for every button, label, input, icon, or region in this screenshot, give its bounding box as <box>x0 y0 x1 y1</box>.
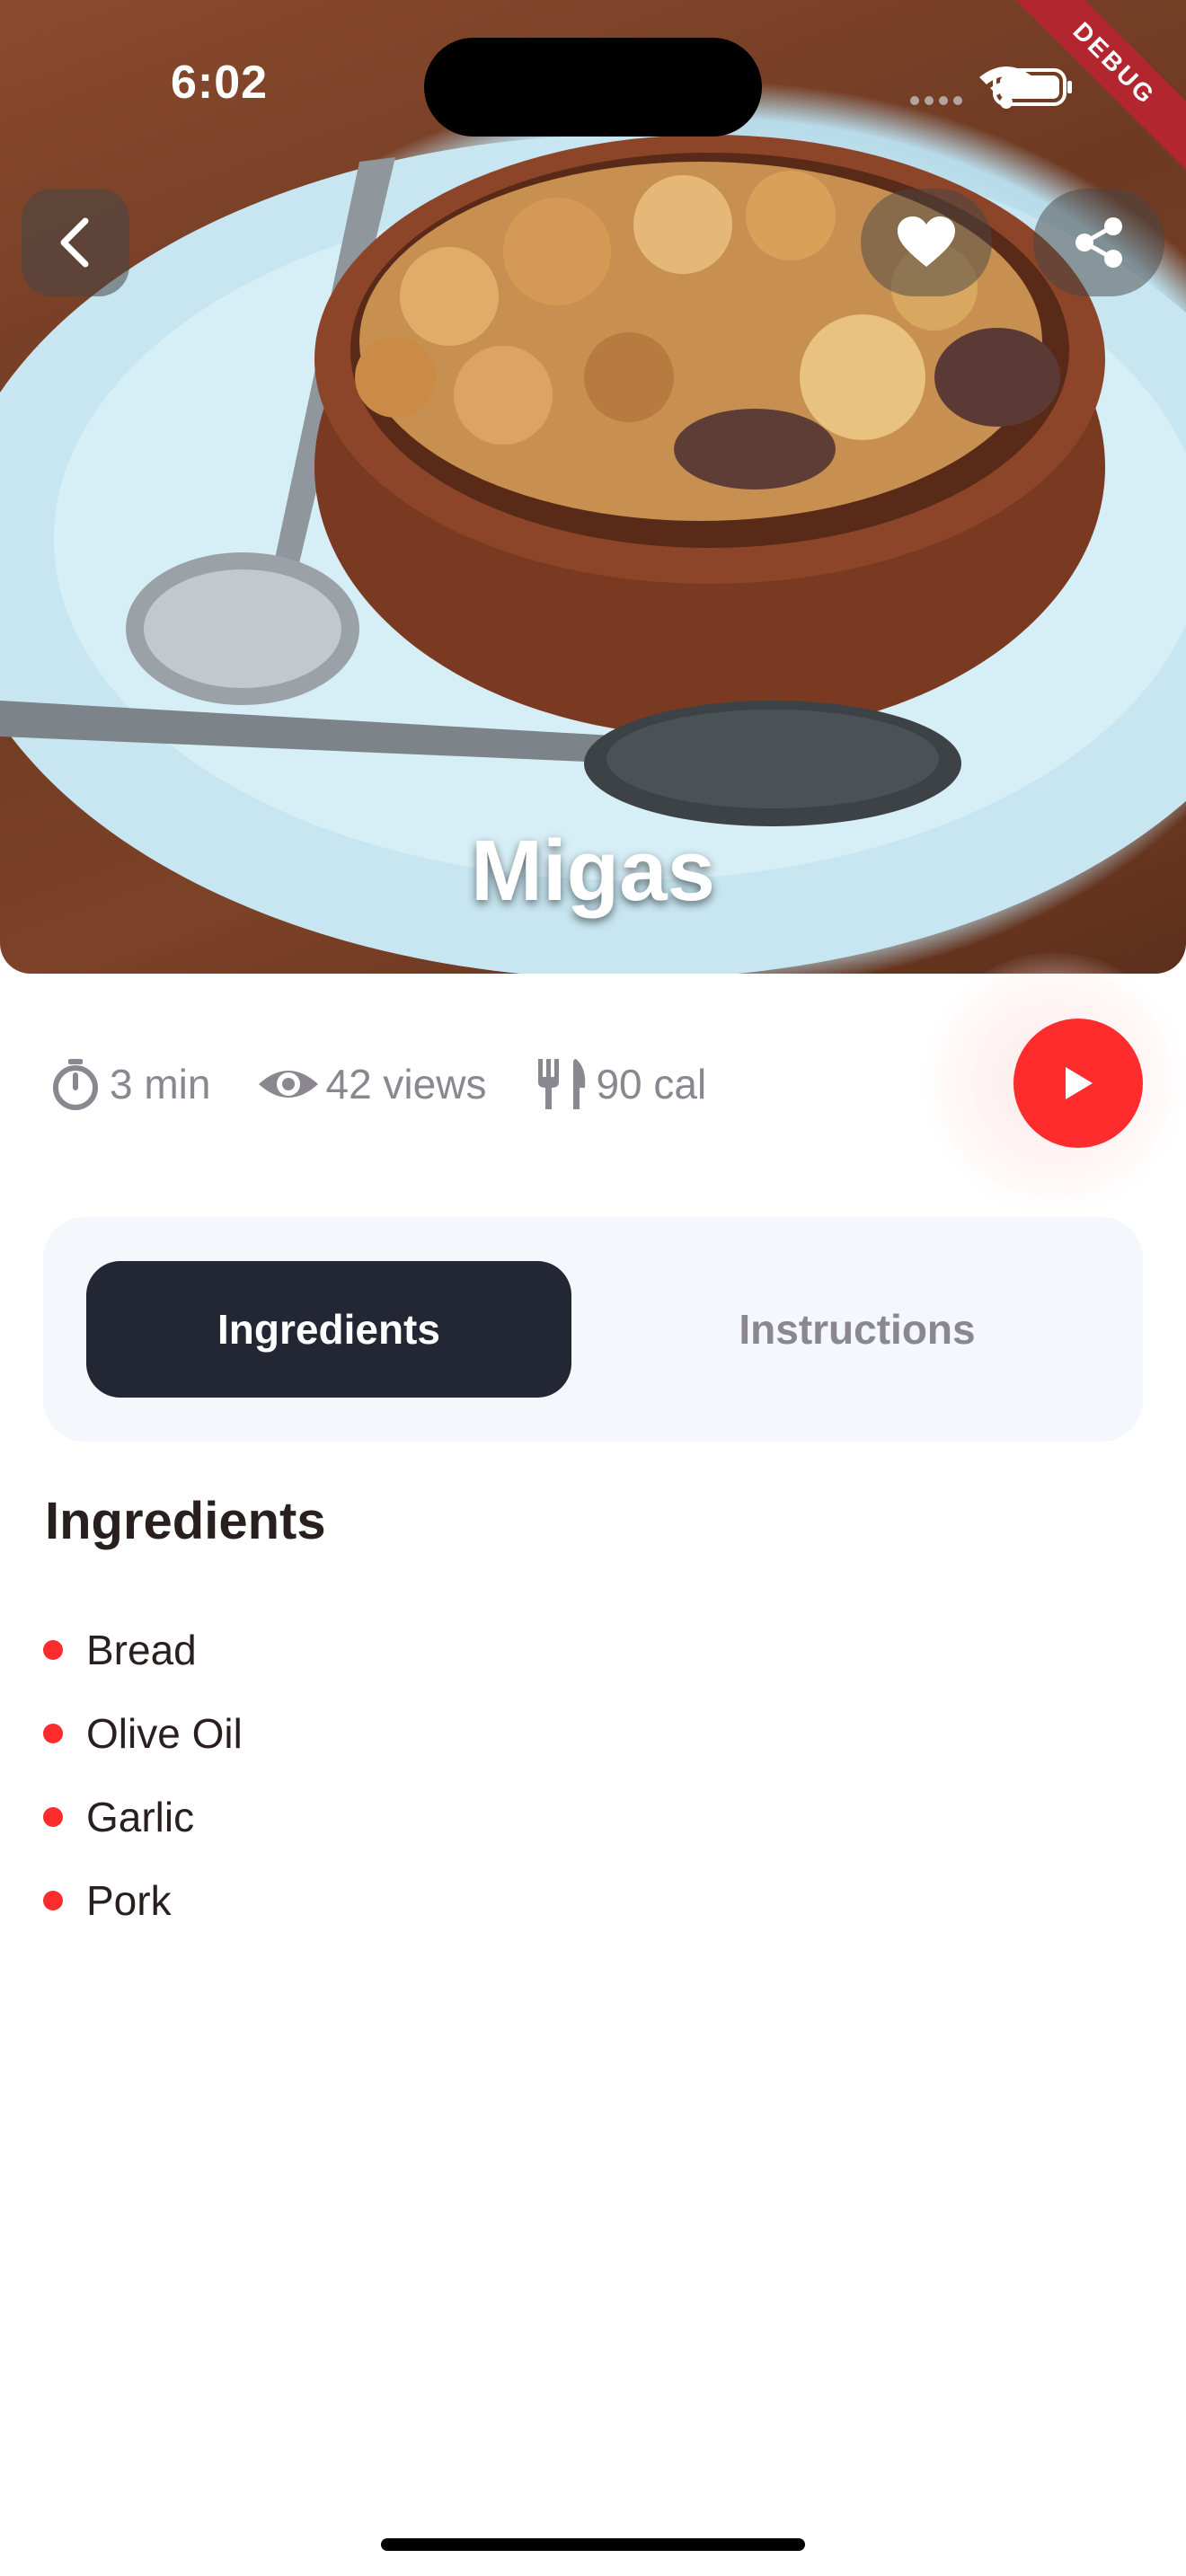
timer-icon <box>53 1059 98 1110</box>
ingredient-label: Garlic <box>86 1793 195 1840</box>
bullet-icon <box>43 1806 63 1827</box>
chevron-left-icon <box>60 217 89 268</box>
stat-time-text: 3 min <box>110 1061 211 1107</box>
home-indicator[interactable] <box>381 2538 805 2551</box>
eye-icon <box>259 1071 319 1098</box>
list-item: Pork <box>43 1858 243 1942</box>
recipe-title: Migas <box>470 823 716 919</box>
stat-time: 3 min <box>47 1055 210 1113</box>
tab-instructions[interactable]: Instructions <box>615 1261 1100 1398</box>
recipe-stats: 3 min 42 views 90 cal <box>47 1044 753 1125</box>
ingredient-label: Olive Oil <box>86 1709 243 1757</box>
stat-calories-text: 90 cal <box>596 1061 707 1107</box>
dynamic-island <box>424 38 762 137</box>
stat-views: 42 views <box>257 1055 486 1113</box>
list-item: Bread <box>43 1608 243 1691</box>
play-video-button[interactable] <box>1013 1019 1143 1148</box>
bullet-icon <box>43 1639 63 1660</box>
tab-ingredients[interactable]: Ingredients <box>86 1261 571 1398</box>
play-icon <box>1066 1067 1093 1099</box>
list-item: Garlic <box>43 1775 243 1858</box>
ingredients-heading: Ingredients <box>45 1492 326 1550</box>
ingredient-label: Pork <box>86 1876 172 1924</box>
status-time: 6:02 <box>171 57 269 109</box>
stat-views-text: 42 views <box>325 1061 487 1107</box>
heart-icon <box>898 216 955 267</box>
ingredient-label: Bread <box>86 1626 197 1673</box>
recipe-hero-image: 6:02 DEBUG Migas <box>0 0 1186 974</box>
bullet-icon <box>43 1723 63 1743</box>
stat-calories: 90 cal <box>533 1055 706 1113</box>
back-button[interactable] <box>22 189 129 296</box>
recipe-tabs: Ingredients Instructions <box>43 1217 1143 1442</box>
bullet-icon <box>43 1890 63 1910</box>
ingredients-list: Bread Olive Oil Garlic Pork <box>43 1608 243 1942</box>
favorite-button[interactable] <box>861 189 992 296</box>
share-button[interactable] <box>1033 189 1164 296</box>
share-icon <box>1075 217 1122 268</box>
battery-icon <box>993 68 1072 106</box>
list-item: Olive Oil <box>43 1691 243 1775</box>
utensils-icon <box>538 1059 586 1109</box>
